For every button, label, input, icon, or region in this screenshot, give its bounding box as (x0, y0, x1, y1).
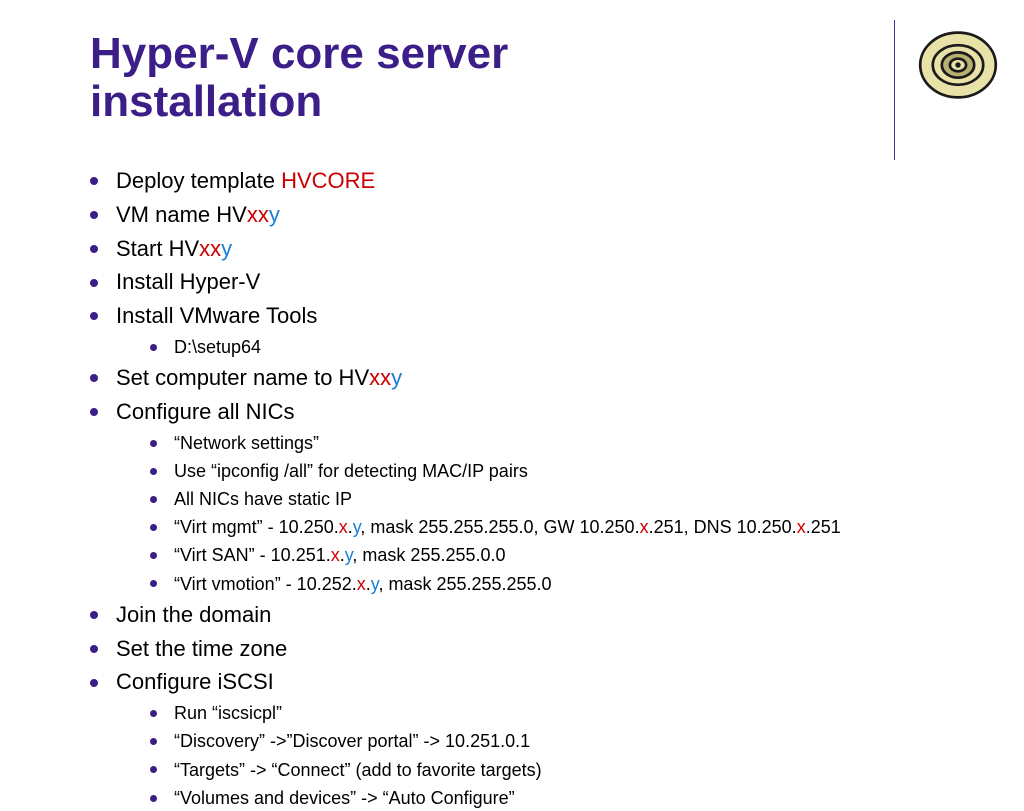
text: D:\setup64 (174, 337, 261, 357)
text: x (640, 517, 649, 537)
list-item: “Discovery” ->”Discover portal” -> 10.25… (150, 728, 984, 754)
list-item: Install VMware Tools D:\setup64 (90, 300, 984, 360)
text: Configure all NICs (116, 399, 295, 424)
text: Run “iscsicpl” (174, 703, 282, 723)
text: Configure iSCSI (116, 669, 274, 694)
text: “Virt mgmt” - 10.250. (174, 517, 339, 537)
sub-list: Run “iscsicpl” “Discovery” ->”Discover p… (150, 700, 984, 810)
text: “Discovery” ->”Discover portal” -> 10.25… (174, 731, 530, 751)
text: All NICs have static IP (174, 489, 352, 509)
bullet-list: Deploy template HVCORE VM name HVxxy Sta… (90, 165, 984, 811)
text: HVCORE (281, 168, 375, 193)
text: , mask 255.255.255.0, GW 10.250. (360, 517, 639, 537)
list-item: “Virt vmotion” - 10.252.x.y, mask 255.25… (150, 571, 984, 597)
text: .251 (806, 517, 841, 537)
text: Install VMware Tools (116, 303, 317, 328)
text: Join the domain (116, 602, 271, 627)
text: xx (369, 365, 391, 390)
list-item: Set the time zone (90, 633, 984, 665)
text: “Virt SAN” - 10.251. (174, 545, 331, 565)
list-item: “Network settings” (150, 430, 984, 456)
text: “Network settings” (174, 433, 319, 453)
text: xx (199, 236, 221, 261)
page-title: Hyper-V core server installation (90, 30, 730, 127)
list-item: Run “iscsicpl” (150, 700, 984, 726)
sub-list: “Network settings” Use “ipconfig /all” f… (150, 430, 984, 597)
list-item: Use “ipconfig /all” for detecting MAC/IP… (150, 458, 984, 484)
text: .251, DNS 10.250. (649, 517, 797, 537)
list-item: Deploy template HVCORE (90, 165, 984, 197)
list-item: Start HVxxy (90, 233, 984, 265)
list-item: D:\setup64 (150, 334, 984, 360)
text: xx (247, 202, 269, 227)
list-item: Join the domain (90, 599, 984, 631)
sub-list: D:\setup64 (150, 334, 984, 360)
list-item: Install Hyper-V (90, 266, 984, 298)
text: Set the time zone (116, 636, 287, 661)
text: “Virt vmotion” - 10.252. (174, 574, 357, 594)
slide: Hyper-V core server installation Deploy … (0, 0, 1024, 768)
text: , mask 255.255.255.0 (378, 574, 551, 594)
text: x (339, 517, 348, 537)
text: y (269, 202, 280, 227)
text: x (357, 574, 366, 594)
text: Start HV (116, 236, 199, 261)
list-item: “Virt mgmt” - 10.250.x.y, mask 255.255.2… (150, 514, 984, 540)
text: Install Hyper-V (116, 269, 260, 294)
text: y (221, 236, 232, 261)
list-item: Set computer name to HVxxy (90, 362, 984, 394)
text: “Targets” -> “Connect” (add to favorite … (174, 760, 542, 780)
text: Deploy template (116, 168, 281, 193)
list-item: “Targets” -> “Connect” (add to favorite … (150, 757, 984, 783)
text: x (797, 517, 806, 537)
logo-snail-icon (894, 20, 1004, 160)
text: “Volumes and devices” -> “Auto Configure… (174, 788, 515, 808)
text: , mask 255.255.0.0 (352, 545, 505, 565)
list-item: Configure all NICs “Network settings” Us… (90, 396, 984, 596)
text: VM name HV (116, 202, 247, 227)
text: y (391, 365, 402, 390)
text: Use “ipconfig /all” for detecting MAC/IP… (174, 461, 528, 481)
list-item: All NICs have static IP (150, 486, 984, 512)
list-item: “Volumes and devices” -> “Auto Configure… (150, 785, 984, 811)
list-item: “Virt SAN” - 10.251.x.y, mask 255.255.0.… (150, 542, 984, 568)
text: Set computer name to HV (116, 365, 369, 390)
text: x (331, 545, 340, 565)
list-item: VM name HVxxy (90, 199, 984, 231)
list-item: Configure iSCSI Run “iscsicpl” “Discover… (90, 666, 984, 810)
